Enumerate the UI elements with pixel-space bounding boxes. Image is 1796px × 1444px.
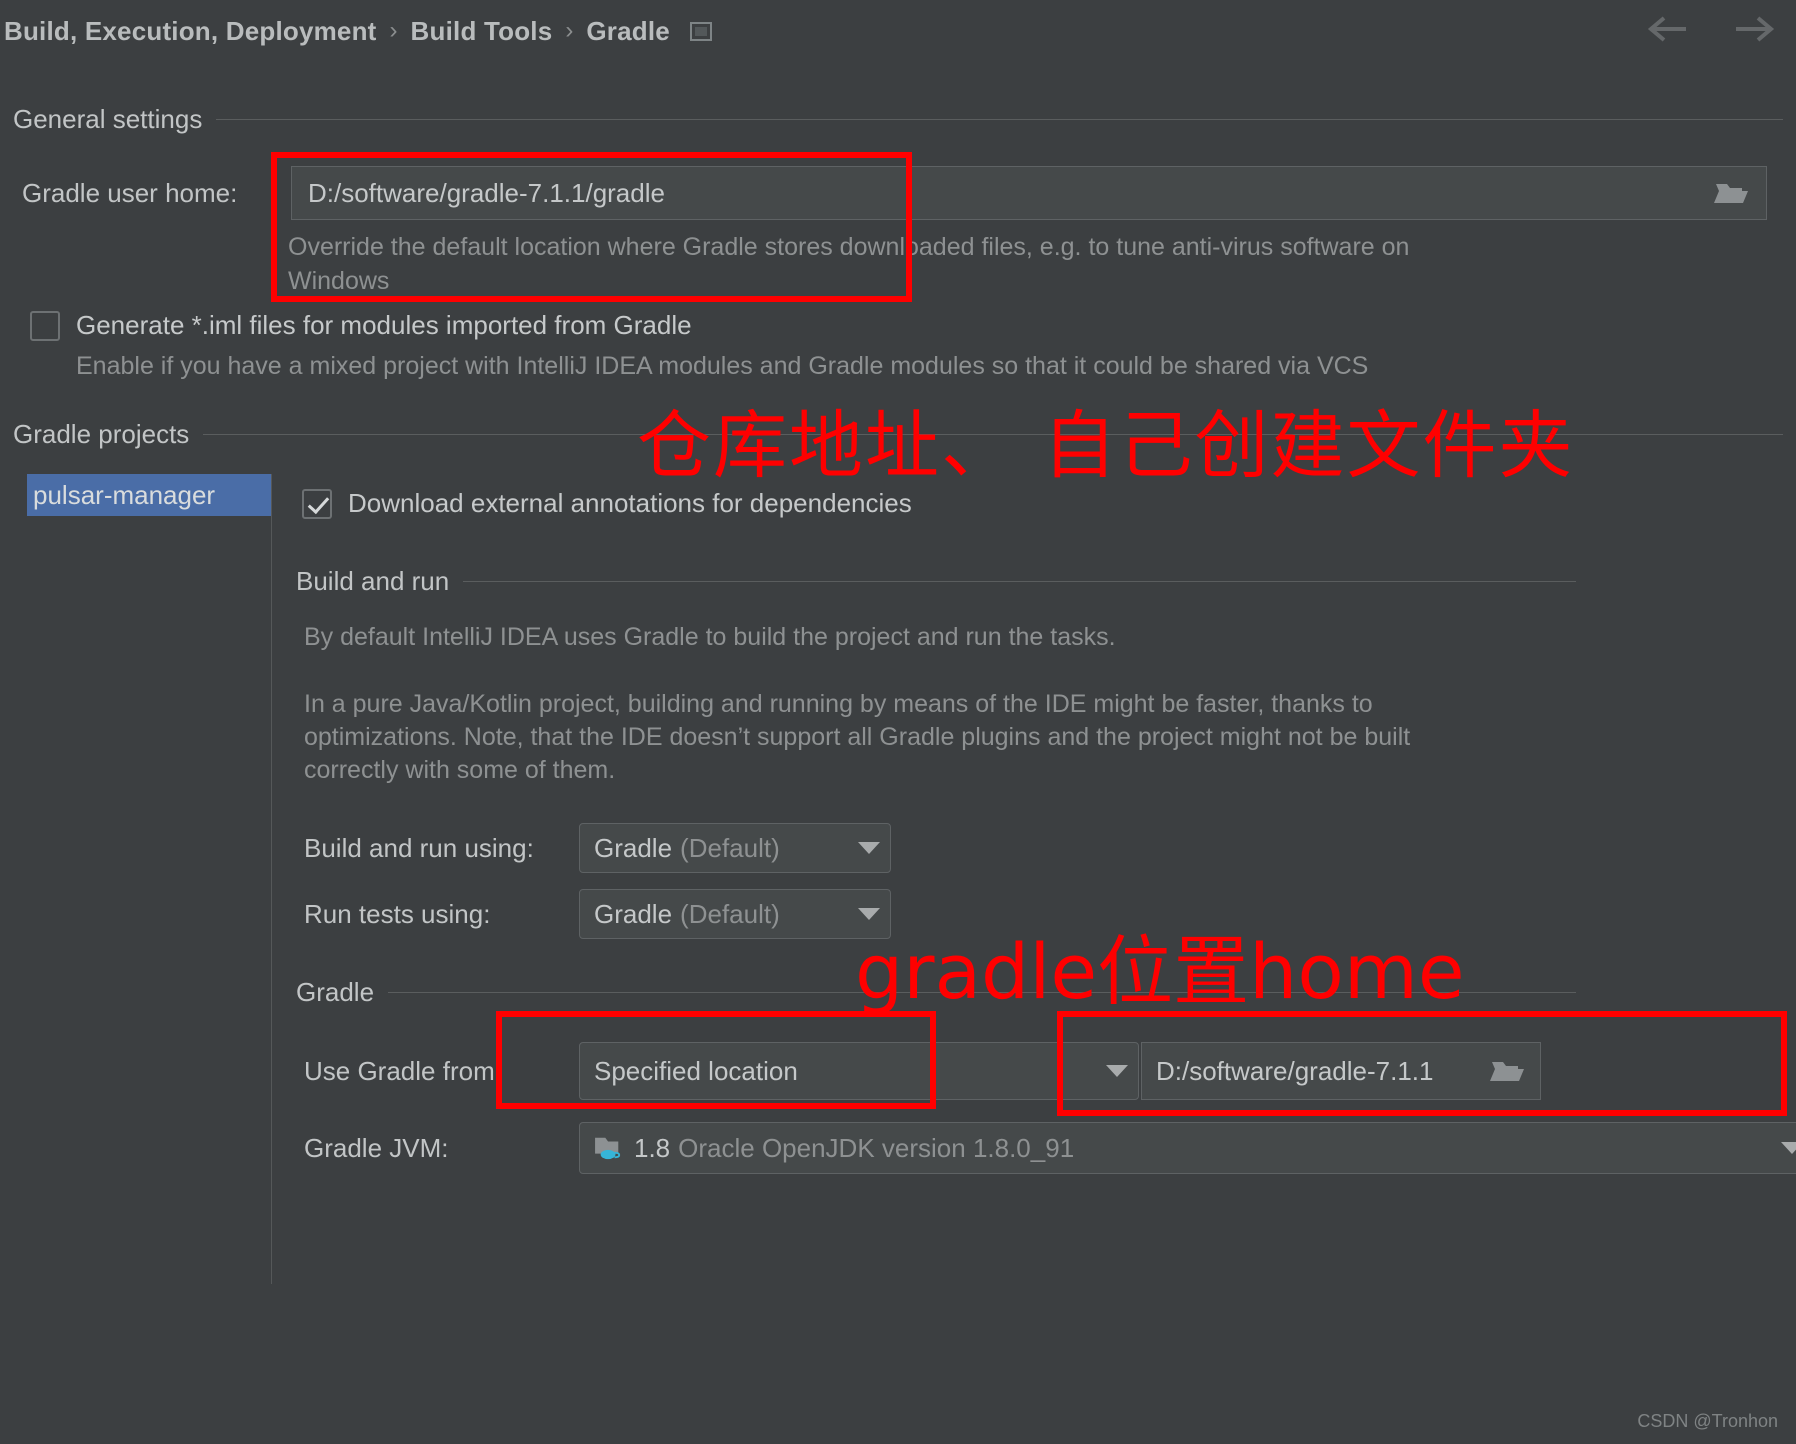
generate-iml-label: Generate *.iml files for modules importe… <box>76 310 692 340</box>
generate-iml-checkbox[interactable] <box>30 310 60 341</box>
use-gradle-from-label: Use Gradle from: <box>304 1055 502 1086</box>
gradle-jvm-description: Oracle OpenJDK version 1.8.0_91 <box>678 1132 1075 1163</box>
arrow-left-icon[interactable] <box>1644 8 1696 50</box>
breadcrumb-item-build-tools[interactable]: Build Tools <box>411 16 553 47</box>
use-gradle-from-select[interactable]: Specified location <box>579 1042 1139 1100</box>
gradle-jvm-row: Gradle JVM: 1.8 Oracle OpenJDK version 1… <box>304 1122 1796 1174</box>
breadcrumb-item-build-execution-deployment[interactable]: Build, Execution, Deployment <box>4 16 377 47</box>
gradle-home-path-input[interactable]: D:/software/gradle-7.1.1 <box>1141 1042 1541 1100</box>
gradle-section-header: Gradle <box>296 977 1576 1008</box>
run-tests-using-value: Gradle <box>594 898 673 929</box>
gradle-jvm-version: 1.8 <box>634 1132 671 1163</box>
breadcrumb-item-gradle[interactable]: Gradle <box>586 16 670 47</box>
section-divider <box>216 119 1783 120</box>
section-divider <box>203 434 1783 435</box>
folder-icon[interactable] <box>1714 179 1750 207</box>
build-and-run-paragraph-1: By default IntelliJ IDEA uses Gradle to … <box>304 623 1116 651</box>
gradle-jvm-select[interactable]: 1.8 Oracle OpenJDK version 1.8.0_91 <box>579 1122 1796 1174</box>
jdk-folder-icon <box>595 1137 621 1160</box>
gradle-user-home-value: D:/software/gradle-7.1.1/gradle <box>308 177 665 208</box>
chevron-down-icon[interactable] <box>858 908 880 920</box>
gradle-user-home-label: Gradle user home: <box>22 178 238 208</box>
general-settings-title: General settings <box>13 104 203 134</box>
build-and-run-paragraph-2: In a pure Java/Kotlin project, building … <box>304 690 1411 784</box>
gradle-section-title: Gradle <box>296 977 375 1007</box>
chevron-down-icon[interactable] <box>858 842 880 854</box>
build-and-run-using-select[interactable]: Gradle (Default) <box>579 823 891 873</box>
run-tests-using-select[interactable]: Gradle (Default) <box>579 889 891 939</box>
chevron-down-icon[interactable] <box>1106 1065 1128 1077</box>
navigation-arrows <box>1644 8 1778 50</box>
section-divider <box>463 581 1576 582</box>
download-annotations-label: Download external annotations for depend… <box>348 488 912 518</box>
gradle-projects-section-header: Gradle projects <box>13 419 1783 450</box>
gradle-user-home-hint: Override the default location where Grad… <box>288 233 1410 295</box>
build-and-run-using-value-suffix: (Default) <box>680 832 780 863</box>
build-and-run-using-label: Build and run using: <box>304 832 534 863</box>
gradle-projects-title: Gradle projects <box>13 419 190 449</box>
gradle-user-home-input[interactable]: D:/software/gradle-7.1.1/gradle <box>291 166 1767 220</box>
gradle-jvm-label: Gradle JVM: <box>304 1132 449 1163</box>
generate-iml-checkbox-row[interactable]: Generate *.iml files for modules importe… <box>30 310 692 341</box>
download-annotations-checkbox-row[interactable]: Download external annotations for depend… <box>302 488 912 519</box>
download-annotations-checkbox[interactable] <box>302 488 332 519</box>
use-gradle-from-value: Specified location <box>594 1055 798 1086</box>
run-tests-using-value-suffix: (Default) <box>680 898 780 929</box>
use-gradle-from-row: Use Gradle from: Specified location <box>304 1042 1139 1100</box>
build-and-run-title: Build and run <box>296 566 450 596</box>
run-tests-using-label: Run tests using: <box>304 898 491 929</box>
run-tests-using-row: Run tests using: Gradle (Default) <box>304 889 891 939</box>
list-item[interactable]: pulsar-manager <box>27 474 271 516</box>
section-divider <box>388 992 1576 993</box>
watermark: CSDN @Tronhon <box>1637 1411 1778 1431</box>
build-and-run-using-value: Gradle <box>594 832 673 863</box>
breadcrumb-separator-icon: › <box>389 17 398 44</box>
breadcrumb-separator-icon: › <box>565 17 574 44</box>
folder-icon[interactable] <box>1490 1057 1526 1085</box>
window-icon[interactable] <box>689 21 712 41</box>
generate-iml-hint: Enable if you have a mixed project with … <box>76 352 1369 380</box>
chevron-down-icon[interactable] <box>1781 1142 1796 1154</box>
arrow-right-icon[interactable] <box>1726 8 1778 50</box>
general-settings-section-header: General settings <box>13 104 1783 135</box>
build-and-run-section-header: Build and run <box>296 566 1576 597</box>
breadcrumb: Build, Execution, Deployment › Build Too… <box>0 0 1796 62</box>
gradle-home-path-value: D:/software/gradle-7.1.1 <box>1156 1055 1434 1086</box>
build-and-run-using-row: Build and run using: Gradle (Default) <box>304 823 891 873</box>
gradle-projects-list[interactable]: pulsar-manager <box>27 474 272 1284</box>
